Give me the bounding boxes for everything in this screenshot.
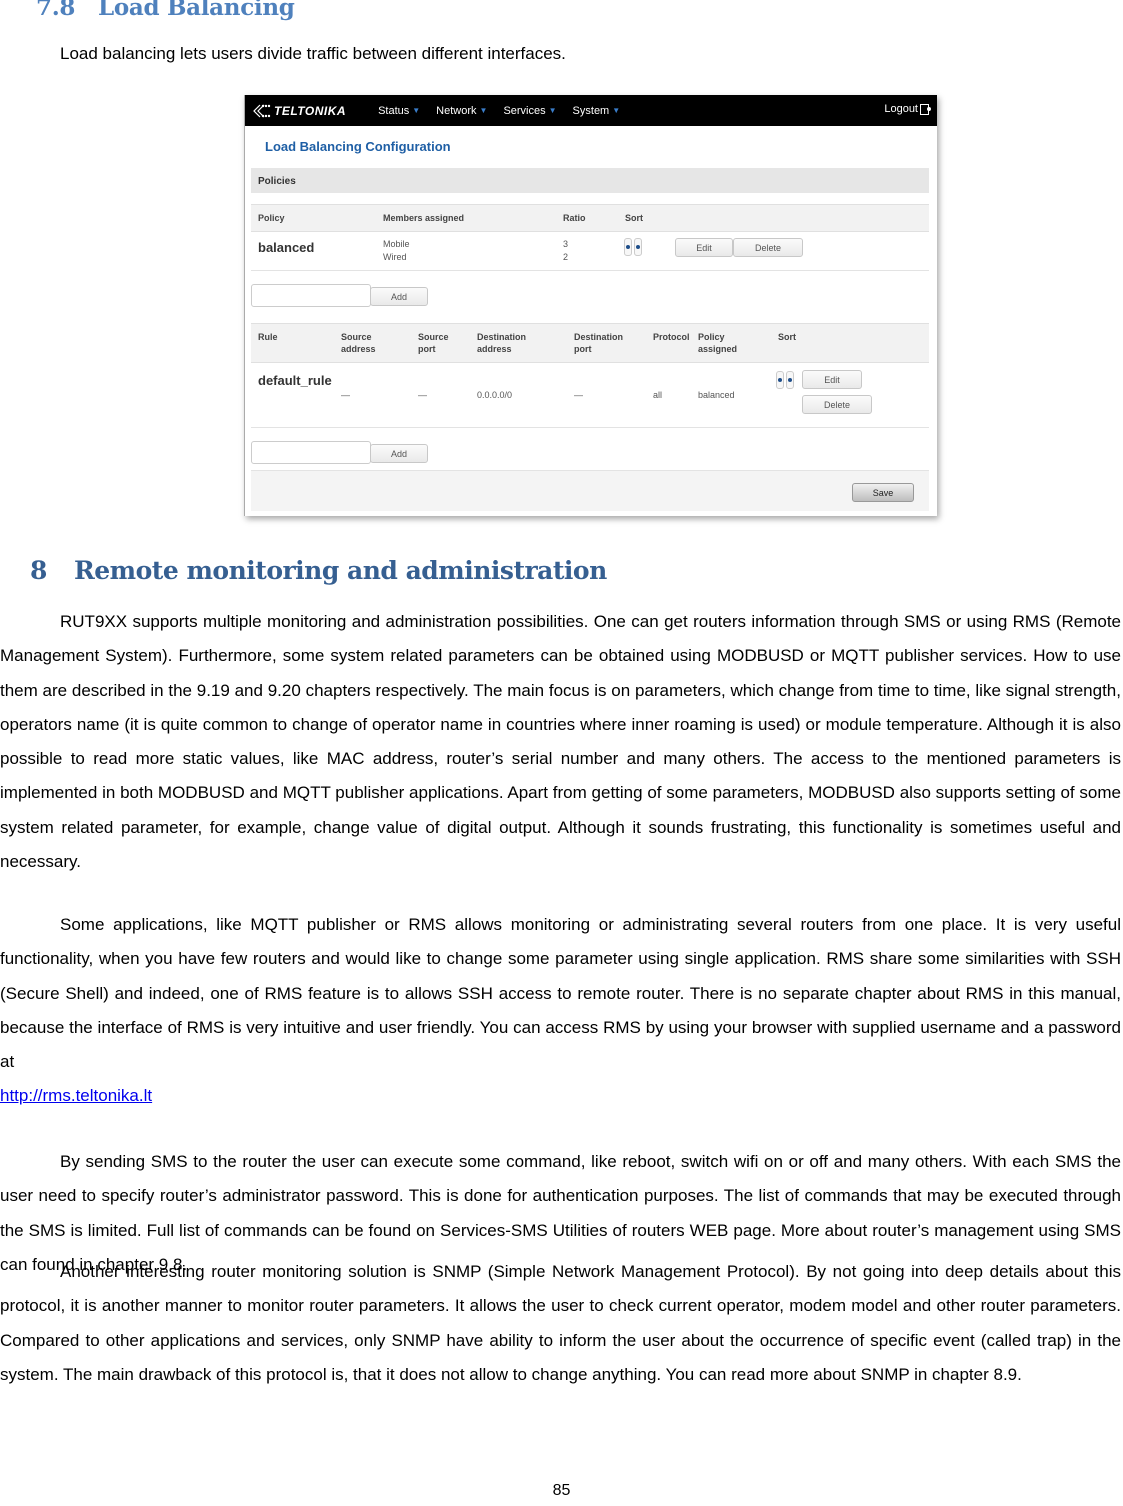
policy-assigned: balanced [698, 390, 735, 400]
menu-system[interactable]: System ▼ [573, 105, 621, 117]
caret-down-icon: ▼ [412, 106, 421, 115]
caret-down-icon: ▼ [479, 106, 488, 115]
header-line: Destination [574, 332, 624, 342]
header-line: Destination [477, 332, 527, 342]
protocol: all [653, 390, 663, 400]
header-line: port [418, 344, 436, 354]
menu-label: Network [436, 104, 477, 117]
arrow-up-icon [778, 378, 782, 382]
save-button[interactable]: Save [852, 483, 914, 502]
paragraph-overview: RUT9XX supports multiple monitoring and … [0, 605, 1121, 879]
add-rule-button[interactable]: Add [370, 444, 428, 463]
rms-link[interactable]: http://rms.teltonika.lt [0, 1086, 152, 1105]
destination-port: — [574, 390, 583, 400]
policies-label: Policies [258, 176, 296, 187]
col-policy-assigned: Policy assigned [698, 331, 737, 355]
arrow-down-icon [636, 245, 640, 249]
header-line: port [574, 344, 592, 354]
col-sort: Sort [625, 213, 643, 223]
delete-policy-button[interactable]: Delete [733, 238, 803, 257]
move-down-button[interactable] [634, 238, 642, 256]
paragraph-text: Some applications, like MQTT publisher o… [0, 915, 1121, 1072]
col-rule: Rule [258, 332, 278, 342]
main-menu: Status ▼ Network ▼ Services ▼ System ▼ [378, 105, 636, 117]
brand-name: TELTONIKA [274, 103, 347, 118]
rms-link-line: http://rms.teltonika.lt [0, 1079, 1121, 1113]
col-ratio: Ratio [563, 213, 586, 223]
header-line: Source [341, 332, 372, 342]
new-rule-input[interactable] [251, 441, 371, 464]
header-line: address [341, 344, 376, 354]
ratio-value: 3 [563, 239, 569, 249]
col-destination-address: Destination address [477, 331, 526, 355]
paragraph-text: Another interesting router monitoring so… [0, 1262, 1121, 1384]
load-balancing-screenshot: TELTONIKA Status ▼ Network ▼ Services ▼ Sys… [244, 95, 937, 516]
source-address: — [341, 390, 350, 400]
col-policy: Policy [258, 213, 285, 223]
destination-address: 0.0.0.0/0 [477, 390, 513, 400]
rule-name: default_rule [258, 373, 332, 388]
menu-label: Status [378, 104, 410, 117]
menu-label: System [572, 104, 610, 117]
move-up-button[interactable] [624, 238, 632, 256]
header-line: assigned [698, 344, 738, 354]
menu-network[interactable]: Network ▼ [436, 105, 487, 117]
col-sort: Sort [778, 332, 796, 342]
edit-rule-button[interactable]: Edit [802, 370, 862, 389]
menu-label: Services [503, 104, 546, 117]
header-line: address [477, 344, 512, 354]
col-members-assigned: Members assigned [383, 213, 465, 223]
logout-button[interactable]: Logout [884, 103, 931, 115]
paragraph-text: RUT9XX supports multiple monitoring and … [0, 612, 1121, 872]
paragraph-rms: Some applications, like MQTT publisher o… [0, 908, 1121, 1114]
menu-status[interactable]: Status ▼ [378, 105, 420, 117]
logout-icon [920, 103, 931, 115]
rule-table-header: Rule Source address Source port Destinatio… [251, 323, 929, 363]
add-policy-button[interactable]: Add [370, 287, 428, 306]
row-divider [251, 427, 929, 428]
col-destination-port: Destination port [574, 331, 623, 355]
policy-name: balanced [258, 240, 315, 255]
new-policy-input[interactable] [251, 284, 371, 307]
row-divider [251, 270, 929, 271]
menu-services[interactable]: Services ▼ [503, 105, 556, 117]
arrow-down-icon [788, 378, 792, 382]
move-up-button[interactable] [776, 371, 784, 389]
section-heading-7-8: 7.8 Load Balancing [36, 0, 295, 21]
arrow-up-icon [626, 245, 630, 249]
member: Wired [383, 252, 407, 262]
member: Mobile [383, 239, 410, 249]
page-title: Load Balancing Configuration [265, 139, 451, 154]
form-footer: Save [251, 470, 929, 511]
delete-rule-button[interactable]: Delete [802, 395, 872, 414]
section-number: 7.8 [36, 0, 76, 21]
col-source-address: Source address [341, 331, 376, 355]
chapter-title: Remote monitoring and administration [74, 556, 607, 585]
chapter-number: 8 [30, 556, 47, 585]
section-intro: Load balancing lets users divide traffic… [60, 44, 566, 63]
logout-label: Logout [884, 103, 918, 115]
ratio-value: 2 [563, 252, 569, 262]
logo-mark-icon [253, 104, 271, 117]
col-protocol: Protocol [653, 332, 690, 342]
policies-section-header: Policies [251, 168, 929, 193]
caret-down-icon: ▼ [548, 106, 557, 115]
policy-table-header: Policy Members assigned Ratio Sort [251, 204, 929, 232]
source-port: — [418, 390, 427, 400]
top-navbar: TELTONIKA Status ▼ Network ▼ Services ▼ Sys… [245, 95, 937, 126]
caret-down-icon: ▼ [612, 106, 621, 115]
section-title: Load Balancing [98, 0, 295, 21]
move-down-button[interactable] [786, 371, 794, 389]
col-source-port: Source port [418, 331, 449, 355]
page-number: 85 [552, 1482, 571, 1499]
header-line: Policy [698, 332, 725, 342]
teltonika-logo: TELTONIKA [252, 104, 346, 118]
header-line: Source [418, 332, 449, 342]
paragraph-snmp: Another interesting router monitoring so… [0, 1255, 1121, 1392]
chapter-heading-8: 8 Remote monitoring and administration [30, 556, 607, 585]
edit-policy-button[interactable]: Edit [675, 238, 733, 257]
